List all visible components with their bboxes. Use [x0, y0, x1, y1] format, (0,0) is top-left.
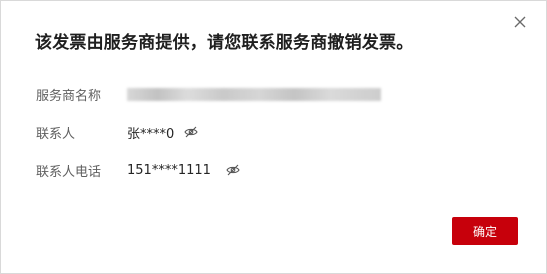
confirm-button[interactable]: 确定 [452, 217, 518, 245]
close-icon[interactable] [511, 13, 529, 31]
phone-label: 联系人电话 [36, 164, 102, 180]
contact-value: 张****0 [127, 126, 175, 142]
phone-row: 联系人电话 151****1111 [36, 160, 240, 180]
eye-hidden-icon[interactable] [184, 126, 198, 138]
provider-label: 服务商名称 [36, 88, 102, 104]
eye-hidden-icon[interactable] [226, 164, 240, 176]
phone-value: 151****1111 [127, 162, 211, 178]
contact-label: 联系人 [36, 126, 76, 142]
dialog-title: 该发票由服务商提供，请您联系服务商撤销发票。 [35, 33, 414, 53]
provider-name-redacted [127, 87, 381, 101]
contact-row: 联系人 张****0 [36, 122, 198, 142]
dialog: 该发票由服务商提供，请您联系服务商撤销发票。 服务商名称 联系人 张****0 … [0, 0, 547, 274]
provider-row: 服务商名称 [36, 84, 381, 104]
